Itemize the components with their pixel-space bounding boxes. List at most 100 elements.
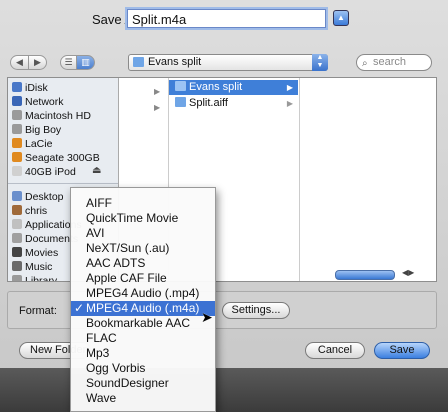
chevron-right-icon: ▶ — [286, 83, 293, 92]
desktop-icon — [12, 191, 22, 201]
scroll-arrows-icon[interactable]: ◀▶ — [402, 268, 414, 277]
format-menu-item[interactable]: MPEG4 Audio (.mp4) — [71, 286, 215, 301]
applications-icon — [12, 219, 22, 229]
sidebar-item-label: Seagate 300GB — [25, 152, 100, 164]
chevron-right-icon: ▶ — [154, 87, 161, 96]
sidebar-item[interactable]: LaCie — [12, 137, 52, 151]
sidebar-item[interactable]: Documents — [12, 232, 78, 246]
column-view-button[interactable]: ▥ — [76, 55, 95, 70]
home-icon — [12, 205, 22, 215]
sidebar-item[interactable]: 40GB iPod — [12, 165, 76, 179]
column-row[interactable]: Split.aiff ▶ — [169, 96, 298, 111]
network-globe-icon — [12, 96, 22, 106]
sidebar-item[interactable]: Seagate 300GB — [12, 151, 100, 165]
chevron-right-icon: ▶ — [154, 103, 161, 112]
movies-icon — [12, 247, 22, 257]
hard-drive-icon — [12, 110, 22, 120]
format-menu-item-label: Apple CAF File — [86, 271, 167, 285]
sidebar-divider — [8, 183, 118, 184]
format-label: Format: — [19, 305, 57, 317]
collapse-toggle-button[interactable]: ▲ — [333, 10, 349, 26]
format-menu-item-label: FLAC — [86, 331, 117, 345]
globe-icon — [12, 82, 22, 92]
settings-button[interactable]: Settings... — [222, 302, 290, 319]
folder-icon — [175, 81, 186, 91]
format-menu: AIFF QuickTime Movie AVI NeXT/Sun (.au) AAC … — [70, 187, 216, 412]
sidebar-item-label: Network — [25, 96, 64, 108]
format-menu-item-label: AVI — [86, 226, 105, 240]
save-as-field[interactable]: Split.m4a — [127, 9, 326, 28]
cancel-button[interactable]: Cancel — [305, 342, 365, 359]
format-menu-item-label: Mp3 — [86, 346, 110, 360]
search-input[interactable]: ⌕ search — [356, 54, 432, 71]
triangle-up-icon: ▲ — [337, 13, 345, 22]
column-row-label: Evans split — [189, 81, 243, 93]
format-menu-item-label: MPEG4 Audio (.m4a) — [86, 301, 200, 315]
search-placeholder: search — [373, 56, 407, 68]
sidebar-item-label: Big Boy — [25, 124, 62, 136]
format-menu-item[interactable]: Ogg Vorbis — [71, 361, 215, 376]
format-menu-item[interactable]: Bookmarkable AAC — [71, 316, 215, 331]
format-menu-item[interactable]: AIFF — [71, 196, 215, 211]
ipod-icon — [12, 166, 22, 176]
format-menu-item-label: QuickTime Movie — [86, 211, 179, 225]
sidebar-item[interactable]: iDisk — [12, 81, 48, 95]
checkmark-icon: ✓ — [74, 301, 85, 315]
sidebar-item-label: Music — [25, 261, 53, 273]
format-menu-item[interactable]: AAC ADTS — [71, 256, 215, 271]
mouse-pointer-icon: ➤ — [201, 309, 213, 325]
format-menu-item[interactable]: AVI — [71, 226, 215, 241]
sidebar-item[interactable]: Network — [12, 95, 64, 109]
popup-arrows-icon: ▲ ▼ — [312, 54, 328, 71]
chevron-right-icon: ▶ — [286, 99, 293, 108]
hard-drive-icon — [12, 124, 22, 134]
format-menu-item[interactable]: FLAC — [71, 331, 215, 346]
sidebar-item-label: chris — [25, 205, 48, 217]
save-button[interactable]: Save — [374, 342, 430, 359]
column-row[interactable]: Evans split ▶ — [169, 80, 298, 95]
sidebar-item-label: iDisk — [25, 82, 48, 94]
list-view-button[interactable]: ☰ — [60, 55, 77, 70]
sidebar-item[interactable]: Desktop — [12, 190, 64, 204]
horizontal-scroll-thumb[interactable] — [335, 270, 395, 280]
back-button[interactable]: ◀ — [10, 55, 29, 70]
format-menu-item[interactable]: QuickTime Movie — [71, 211, 215, 226]
sidebar-item[interactable]: chris — [12, 204, 47, 218]
format-menu-item[interactable]: Mp3 — [71, 346, 215, 361]
format-menu-item-label: NeXT/Sun (.au) — [86, 241, 170, 255]
sidebar-item-label: LaCie — [25, 138, 53, 150]
column-row-label: Split.aiff — [189, 97, 228, 109]
sidebar-item[interactable]: Big Boy — [12, 123, 61, 137]
format-menu-item-label: Bookmarkable AAC — [86, 316, 191, 330]
folder-icon — [175, 97, 186, 107]
format-menu-item-label: AIFF — [86, 196, 112, 210]
format-menu-item[interactable]: NeXT/Sun (.au) — [71, 241, 215, 256]
sidebar-item[interactable]: Music — [12, 260, 52, 274]
format-menu-item[interactable]: SoundDesigner — [71, 376, 215, 391]
eject-icon[interactable]: ⏏ — [92, 165, 101, 176]
documents-icon — [12, 233, 22, 243]
format-menu-item-label: Ogg Vorbis — [86, 361, 146, 375]
forward-button[interactable]: ▶ — [28, 55, 47, 70]
format-menu-item[interactable]: Wave — [71, 391, 215, 406]
external-drive-icon — [12, 152, 22, 162]
format-menu-item-label: AAC ADTS — [86, 256, 146, 270]
format-menu-item[interactable]: ✓ MPEG4 Audio (.m4a) — [71, 301, 215, 316]
music-icon — [12, 261, 22, 271]
format-menu-item-label: Wave — [86, 391, 117, 405]
location-label: Evans split — [148, 56, 202, 68]
window-backdrop — [0, 368, 448, 412]
format-menu-item[interactable]: Apple CAF File — [71, 271, 215, 286]
sidebar-item[interactable]: Movies — [12, 246, 58, 260]
sidebar-item[interactable]: Library — [12, 274, 57, 281]
sidebar-item-label: Movies — [25, 247, 59, 259]
sidebar-item[interactable]: Macintosh HD — [12, 109, 91, 123]
sidebar-item-label: Desktop — [25, 191, 64, 203]
folder-icon — [133, 57, 144, 67]
search-icon: ⌕ — [362, 58, 368, 69]
sidebar-item-label: Library — [25, 275, 58, 281]
sidebar-item-label: Macintosh HD — [25, 110, 91, 122]
location-popup[interactable]: Evans split ▲ ▼ — [128, 54, 328, 71]
sidebar-item-label: 40GB iPod — [25, 166, 76, 178]
format-menu-item-label: SoundDesigner — [86, 376, 169, 390]
